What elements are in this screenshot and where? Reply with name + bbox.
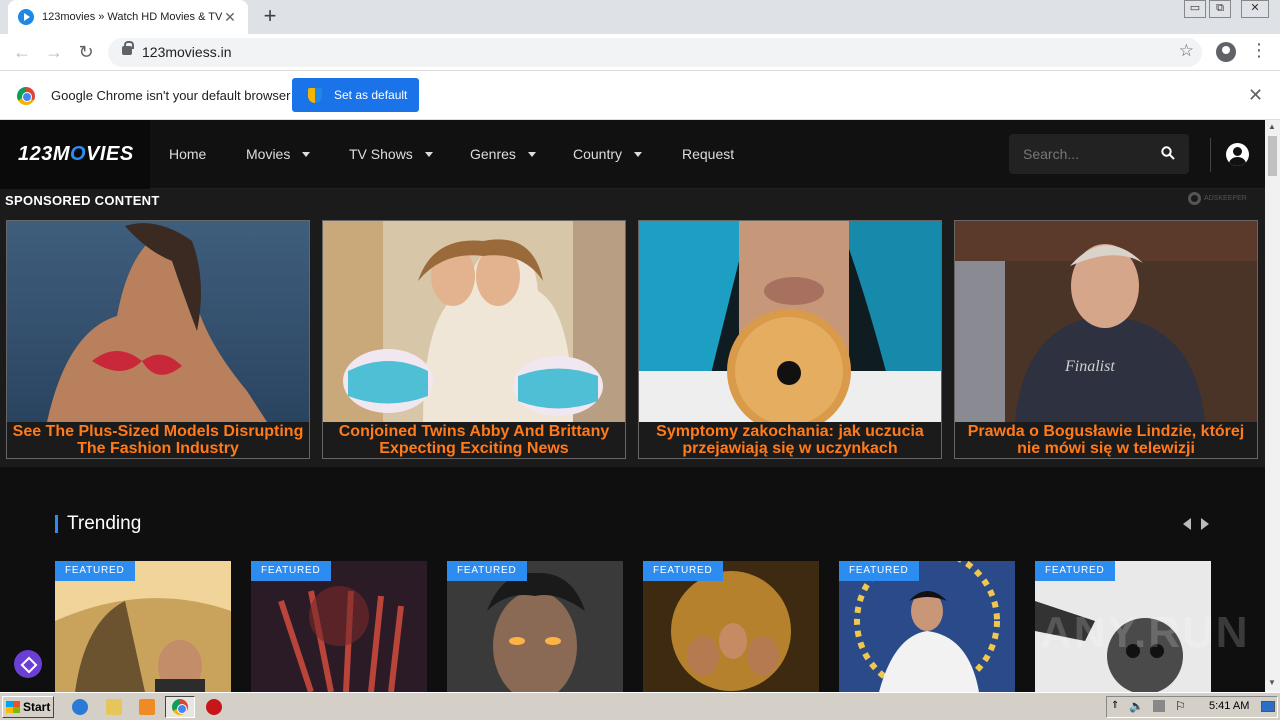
action-center-flag-icon[interactable]: ⚐ — [1175, 699, 1186, 713]
header-divider — [1210, 138, 1211, 172]
tab-close-icon[interactable]: ✕ — [222, 9, 238, 26]
chevron-down-icon — [527, 151, 536, 157]
website-viewport: 123MOVIES Home Movies TV Shows Genres Co… — [0, 120, 1265, 692]
scroll-up-icon[interactable]: ▲ — [1268, 122, 1276, 131]
chevron-down-icon — [424, 151, 433, 157]
anyrun-watermark: ANY.RUN — [1040, 608, 1250, 657]
nav-movies[interactable]: Movies — [246, 146, 311, 162]
ad-card[interactable]: Symptomy zakochania: jak uczucia przejaw… — [638, 220, 942, 459]
featured-badge: FEATURED — [643, 561, 723, 581]
ad-image[interactable] — [639, 221, 941, 422]
movie-poster[interactable]: FEATURED — [447, 561, 623, 692]
svg-text:Finalist: Finalist — [1064, 358, 1115, 375]
profile-icon[interactable] — [1216, 42, 1236, 62]
lock-icon[interactable] — [122, 41, 134, 55]
infobar-message: Google Chrome isn't your default browser — [51, 88, 291, 103]
forward-button[interactable]: → — [42, 40, 66, 64]
browser-toolbar: ← → ↻ 123moviess.in ☆ ⋮ — [0, 34, 1280, 71]
internet-explorer-icon[interactable] — [72, 699, 88, 715]
ad-caption[interactable]: Symptomy zakochania: jak uczucia przejaw… — [639, 423, 941, 459]
section-accent-bar — [55, 515, 58, 533]
ad-caption[interactable]: Prawda o Bogusławie Lindzie, której nie … — [955, 423, 1257, 459]
site-logo[interactable]: 123MOVIES — [18, 143, 134, 166]
browser-tab[interactable]: 123movies » Watch HD Movies & TV ✕ — [8, 0, 248, 34]
movie-poster[interactable]: FEATURED — [643, 561, 819, 692]
url-text[interactable]: 123moviess.in — [142, 44, 232, 60]
restore-button[interactable]: ⧉ — [1209, 0, 1231, 18]
search-icon[interactable] — [1161, 146, 1175, 160]
windows-logo-icon — [6, 701, 20, 713]
carousel-prev-icon[interactable] — [1183, 518, 1191, 530]
close-window-button[interactable]: ✕ — [1241, 0, 1269, 18]
trending-section: Trending FEATURED FEATURED FEATURED FEAT… — [0, 467, 1265, 692]
media-player-icon[interactable] — [139, 699, 155, 715]
set-as-default-label: Set as default — [334, 88, 408, 102]
floating-action-icon[interactable] — [14, 650, 42, 678]
taskbar-chrome-button[interactable] — [165, 696, 195, 718]
nav-country[interactable]: Country — [573, 146, 643, 162]
site-favicon-icon — [18, 9, 34, 25]
user-account-icon[interactable] — [1226, 143, 1249, 166]
system-tray: ⇑ 🔈 ⚐ 5:41 AM — [1106, 696, 1278, 718]
bookmark-star-icon[interactable]: ☆ — [1179, 41, 1194, 61]
featured-badge: FEATURED — [1035, 561, 1115, 581]
search-input[interactable] — [1009, 134, 1149, 174]
windows-taskbar: Start ⇑ 🔈 ⚐ 5:41 AM — [0, 692, 1280, 720]
chevron-down-icon — [302, 151, 311, 157]
menu-kebab-icon[interactable]: ⋮ — [1250, 40, 1268, 61]
minimize-button[interactable]: ▭ — [1184, 0, 1206, 18]
adskeeper-logo[interactable]: ADSKEEPER — [1188, 192, 1247, 205]
page-scrollbar[interactable]: ▲ ▼ — [1265, 120, 1280, 692]
tab-title: 123movies » Watch HD Movies & TV — [42, 11, 222, 23]
ad-card[interactable]: Conjoined Twins Abby And Brittany Expect… — [322, 220, 626, 459]
opera-icon[interactable] — [206, 699, 222, 715]
sponsored-section: SPONSORED CONTENT ADSKEEPER See The Plus… — [0, 189, 1265, 467]
tab-strip: 123movies » Watch HD Movies & TV ✕ + ▭ ⧉… — [0, 0, 1280, 34]
featured-badge: FEATURED — [251, 561, 331, 581]
volume-icon[interactable]: 🔈 — [1129, 699, 1144, 713]
featured-badge: FEATURED — [839, 561, 919, 581]
carousel-next-icon[interactable] — [1201, 518, 1209, 530]
nav-home[interactable]: Home — [169, 146, 206, 162]
logo-container[interactable]: 123MOVIES — [0, 120, 150, 189]
scroll-down-icon[interactable]: ▼ — [1268, 678, 1276, 687]
chevron-down-icon — [634, 151, 643, 157]
scrollbar-thumb[interactable] — [1268, 136, 1277, 176]
show-desktop-icon[interactable] — [1261, 701, 1275, 712]
chrome-logo-icon — [17, 87, 35, 105]
back-button[interactable]: ← — [10, 40, 34, 64]
start-button[interactable]: Start — [2, 696, 54, 718]
ad-caption[interactable]: Conjoined Twins Abby And Brittany Expect… — [323, 423, 625, 459]
sponsored-title: SPONSORED CONTENT — [5, 193, 160, 208]
trending-title: Trending — [67, 513, 142, 534]
ad-caption[interactable]: See The Plus-Sized Models Disrupting The… — [7, 423, 309, 459]
uac-shield-icon — [308, 87, 322, 103]
reload-button[interactable]: ↻ — [74, 40, 98, 64]
network-icon[interactable] — [1153, 700, 1165, 712]
ad-image[interactable] — [323, 221, 625, 422]
ad-card[interactable]: See The Plus-Sized Models Disrupting The… — [6, 220, 310, 459]
search-box — [1009, 134, 1189, 174]
featured-badge: FEATURED — [55, 561, 135, 581]
taskbar-clock[interactable]: 5:41 AM — [1209, 700, 1249, 712]
address-bar[interactable]: 123moviess.in ☆ — [108, 38, 1202, 67]
featured-badge: FEATURED — [447, 561, 527, 581]
site-header: 123MOVIES Home Movies TV Shows Genres Co… — [0, 120, 1265, 189]
nav-request[interactable]: Request — [682, 146, 734, 162]
infobar-close-icon[interactable]: ✕ — [1248, 85, 1263, 106]
new-tab-button[interactable]: + — [258, 4, 282, 28]
file-explorer-icon[interactable] — [106, 699, 122, 715]
ad-card[interactable]: Finalist Prawda o Bogusławie Lindzie, kt… — [954, 220, 1258, 459]
ad-image[interactable] — [7, 221, 309, 422]
set-as-default-button[interactable]: Set as default — [292, 78, 419, 112]
movie-poster[interactable]: FEATURED — [251, 561, 427, 692]
nav-tv-shows[interactable]: TV Shows — [349, 146, 433, 162]
movie-poster[interactable]: FEATURED — [55, 561, 231, 692]
nav-genres[interactable]: Genres — [470, 146, 536, 162]
tray-expand-icon[interactable]: ⇑ — [1111, 700, 1119, 711]
movie-poster[interactable]: FEATURED — [839, 561, 1015, 692]
chrome-logo-icon — [172, 699, 188, 715]
ad-image[interactable]: Finalist — [955, 221, 1257, 422]
default-browser-infobar: Google Chrome isn't your default browser… — [0, 71, 1280, 120]
